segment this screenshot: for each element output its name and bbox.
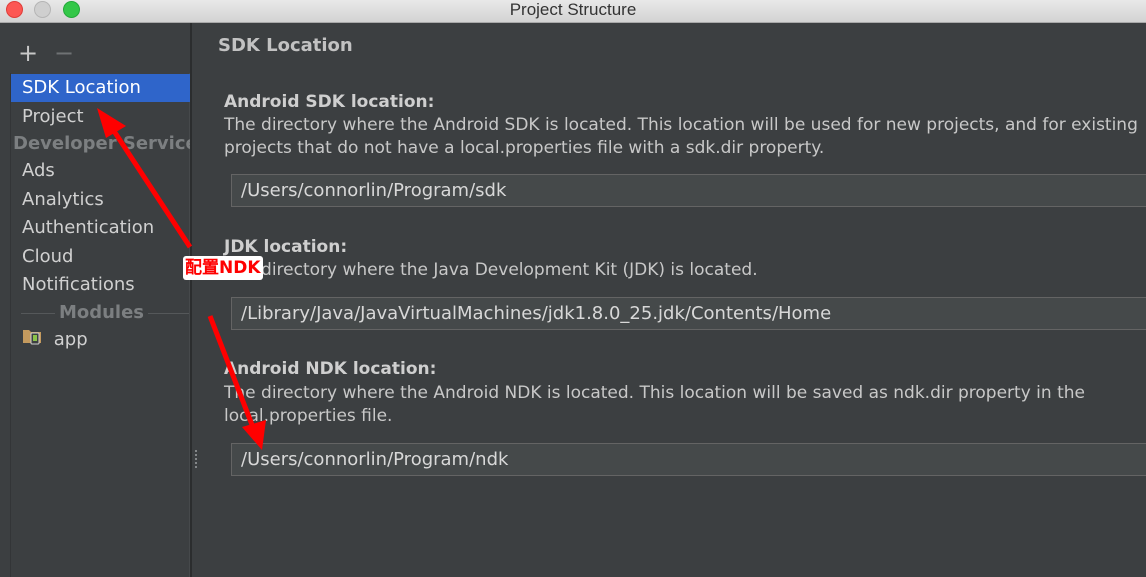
- sidebar-item-cloud[interactable]: Cloud: [11, 243, 190, 271]
- sidebar-item-label: Authentication: [22, 217, 155, 238]
- sidebar-item-label: Cloud: [22, 246, 74, 267]
- sidebar-item-label: Analytics: [22, 189, 104, 210]
- modules-header-label: Modules: [54, 302, 149, 323]
- sidebar-item-sdk-location[interactable]: SDK Location: [11, 74, 190, 102]
- window-title: Project Structure: [509, 0, 637, 19]
- sidebar-item-label: Ads: [22, 160, 55, 181]
- sidebar: + − SDK Location Project Developer Servi…: [0, 23, 192, 577]
- remove-button[interactable]: −: [54, 41, 74, 65]
- sidebar-item-label: Project: [22, 106, 84, 127]
- sdk-location-input[interactable]: [231, 174, 1146, 207]
- sidebar-item-label: Notifications: [22, 274, 135, 295]
- sidebar-item-authentication[interactable]: Authentication: [11, 214, 190, 242]
- sdk-location-description-line2: projects that do not have a local.proper…: [224, 138, 825, 158]
- sidebar-item-project[interactable]: Project: [11, 103, 190, 131]
- jdk-location-input[interactable]: [231, 297, 1146, 330]
- add-button[interactable]: +: [18, 41, 38, 65]
- annotation-label: 配置NDK: [183, 256, 263, 280]
- sidebar-item-label: SDK Location: [22, 77, 141, 98]
- separator-line: [141, 313, 189, 314]
- modules-header: Modules: [13, 301, 190, 325]
- sidebar-tree: SDK Location Project Developer Services …: [10, 73, 190, 577]
- content-panel: SDK Location Android SDK location: The d…: [192, 23, 1146, 577]
- developer-services-header: Developer Services: [13, 133, 190, 154]
- sidebar-item-ads[interactable]: Ads: [11, 157, 190, 185]
- ndk-location-input[interactable]: [231, 443, 1146, 476]
- module-label: app: [53, 329, 88, 350]
- jdk-location-label: JDK location:: [224, 237, 348, 257]
- ndk-location-description-line1: The directory where the Android NDK is l…: [224, 383, 1085, 403]
- page-title: SDK Location: [218, 35, 353, 56]
- ndk-location-label: Android NDK location:: [224, 359, 437, 379]
- module-item-app[interactable]: app: [11, 326, 190, 354]
- android-module-folder-icon: [22, 326, 44, 354]
- sidebar-item-notifications[interactable]: Notifications: [11, 271, 190, 299]
- title-bar: Project Structure: [0, 0, 1146, 23]
- ndk-location-description-line2: local.properties file.: [224, 406, 393, 426]
- jdk-location-description: The directory where the Java Development…: [224, 260, 758, 280]
- sidebar-item-analytics[interactable]: Analytics: [11, 186, 190, 214]
- sdk-location-description-line1: The directory where the Android SDK is l…: [224, 115, 1138, 135]
- sdk-location-label: Android SDK location:: [224, 92, 435, 112]
